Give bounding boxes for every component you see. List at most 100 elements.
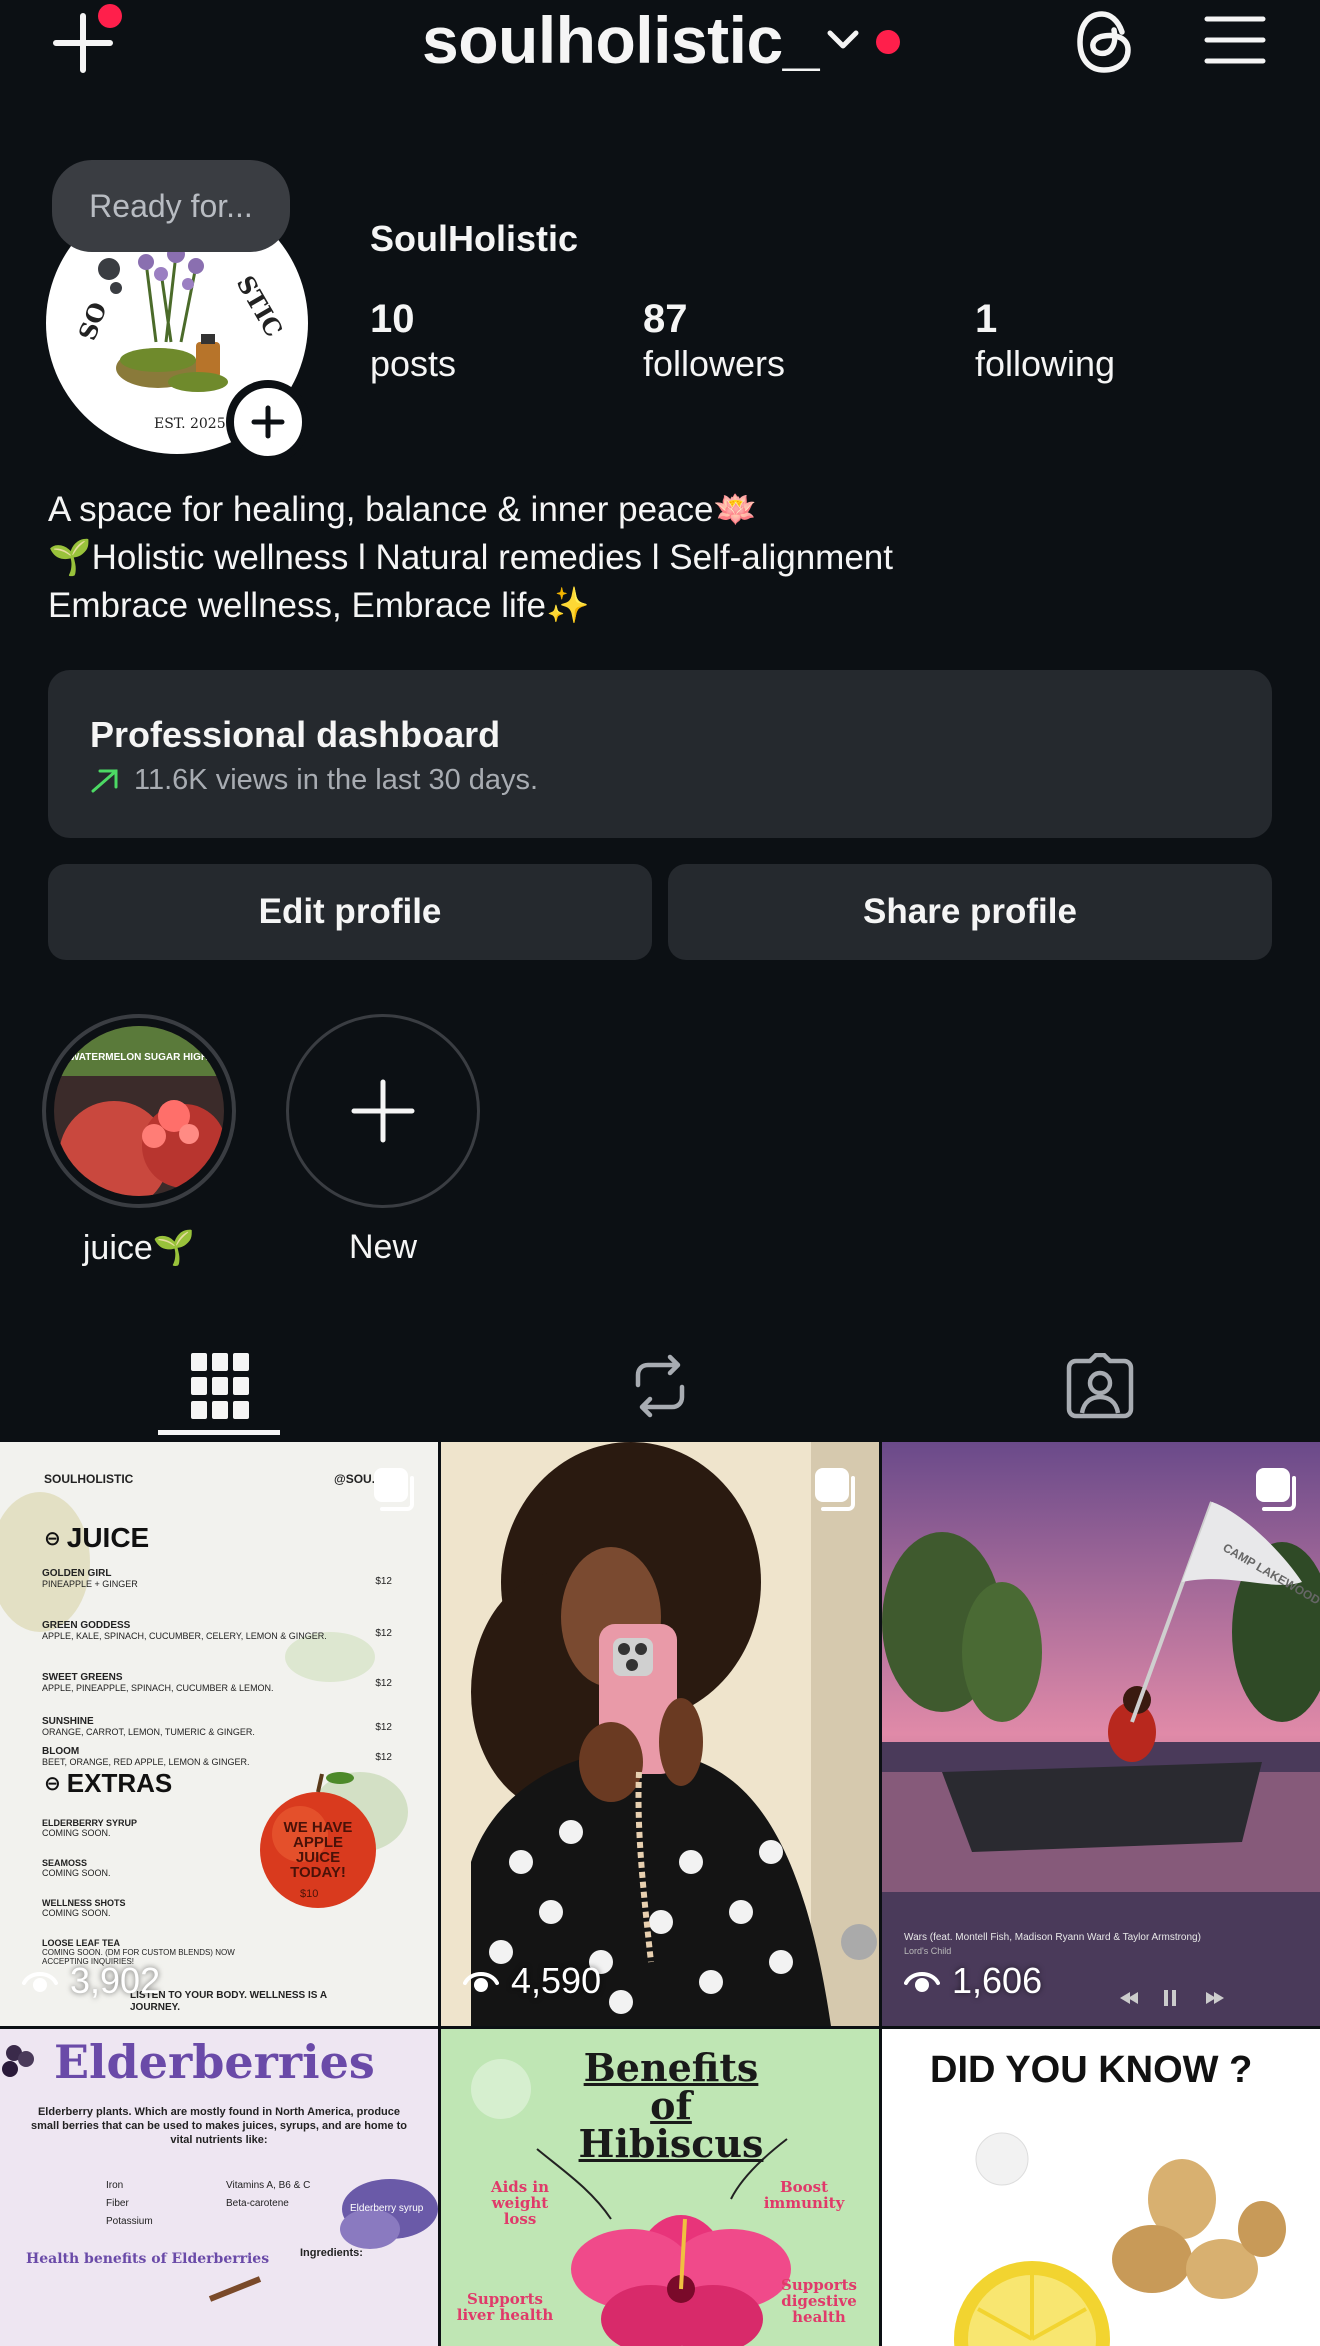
play-views-icon [463, 1972, 499, 1992]
following-number: 1 [975, 297, 998, 341]
post-brand: SOULHOLISTIC [44, 1472, 134, 1486]
juice-name: GREEN GODDESS [42, 1620, 131, 1631]
reposts-icon [635, 1354, 685, 1418]
juice-heading: ⊖ JUICE [44, 1522, 149, 1554]
view-count-text: 4,590 [511, 1960, 602, 2001]
tab-tagged[interactable] [880, 1332, 1320, 1440]
benefits-heading: Health benefits of Elderberries [26, 2251, 270, 2267]
juice-desc: APPLE, KALE, SPINACH, CUCUMBER, CELERY, … [42, 1631, 327, 1641]
view-count-text: 1,606 [952, 1960, 1043, 2001]
nutrient-list-left: Iron Fiber Potassium [106, 2177, 153, 2231]
grid-icon [191, 1353, 249, 1419]
view-count: 4,590 [463, 1960, 601, 2002]
nutrient-list-right: Vitamins A, B6 & C Beta-carotene [226, 2177, 310, 2213]
extra-item: ELDERBERRY SYRUP COMING SOON. [42, 1818, 242, 1858]
followers-label: followers [643, 343, 786, 384]
carousel-icon [374, 1468, 414, 1511]
note-bubble-tail [98, 258, 120, 280]
svg-text:EST. 2025: EST. 2025 [154, 416, 226, 432]
nutrient: Vitamins A, B6 & C [226, 2180, 311, 2191]
post-tile[interactable]: CAMP LAKEWOOD Wars (feat. Montell Fish, … [882, 1442, 1320, 2026]
tab-posts-grid[interactable] [0, 1332, 440, 1440]
highlight-cover: WATERMELON SUGAR HIGH [54, 1026, 224, 1196]
create-button[interactable] [50, 4, 122, 80]
share-profile-button[interactable]: Share profile [668, 864, 1272, 960]
professional-dashboard[interactable]: Professional dashboard 11.6K views in th… [48, 670, 1272, 838]
add-story-button[interactable] [226, 380, 310, 464]
new-highlight-circle [286, 1014, 480, 1208]
tab-reposts[interactable] [440, 1332, 880, 1440]
posts-count[interactable]: 10 posts [370, 296, 456, 386]
juice-price: $12 [375, 1752, 392, 1763]
post-tile[interactable]: Benefits of Hibiscus Aids in weight loss… [441, 2029, 879, 2346]
juice-name: SWEET GREENS [42, 1672, 123, 1683]
bio-line: 🌱Holistic wellness l Natural remedies l … [48, 538, 893, 577]
ingredients-heading: Ingredients: [300, 2247, 363, 2259]
post-tile[interactable]: 4,590 [441, 1442, 879, 2026]
menu-icon[interactable] [1204, 14, 1266, 66]
view-count-text: 3,902 [70, 1960, 161, 2001]
post-tile[interactable]: SOULHOLISTIC @SOU... ⊖ JUICE GOLDEN GIRL … [0, 1442, 438, 2026]
post-title: Benefits of Hibiscus [578, 2045, 764, 2166]
bio: A space for healing, balance & inner pea… [48, 486, 893, 630]
extras-list: ELDERBERRY SYRUP COMING SOON. SEAMOSS COMI… [42, 1818, 242, 1978]
post-tile[interactable]: DID YOU KNOW ? [882, 2029, 1320, 2346]
highlight-label: New [348, 1228, 418, 1266]
extra-item: WELLNESS SHOTS COMING SOON. [42, 1898, 242, 1938]
extras-heading-text: EXTRAS [66, 1768, 173, 1798]
hibiscus-benefit: Aids in weight loss [490, 2178, 550, 2228]
post-tile[interactable]: Elderberries Elderberry plants. Which ar… [0, 2029, 438, 2346]
account-username[interactable]: soulholistic_ [422, 2, 819, 78]
edit-profile-button[interactable]: Edit profile [48, 864, 652, 960]
extra-name: ELDERBERRY SYRUP [42, 1818, 138, 1828]
apple-juice-text: WE HAVE APPLE JUICE TODAY! [283, 1819, 353, 1881]
juice-name: GOLDEN GIRL [42, 1568, 112, 1579]
juice-list: GOLDEN GIRL PINEAPPLE + GINGER $12 GREEN… [42, 1568, 392, 1776]
highlight-ring: WATERMELON SUGAR HIGH [42, 1014, 236, 1208]
hibiscus-benefit: Boost immunity [763, 2178, 845, 2212]
display-name: SoulHolistic [370, 218, 579, 259]
following-label: following [975, 343, 1116, 384]
extra-name: SEAMOSS [42, 1858, 88, 1868]
top-bar: soulholistic_ [0, 0, 1320, 90]
dashboard-subtitle: 11.6K views in the last 30 days. [90, 764, 1230, 797]
threads-icon[interactable] [1072, 6, 1136, 78]
carousel-icon [815, 1468, 855, 1511]
notification-dot [98, 4, 122, 28]
extra-desc: COMING SOON. [42, 1868, 111, 1878]
chevron-down-icon[interactable] [826, 28, 860, 52]
bio-line: A space for healing, balance & inner pea… [48, 490, 758, 529]
extra-desc: COMING SOON. [42, 1908, 111, 1918]
arrow-circle-icon: ⊖ [44, 1527, 61, 1550]
syrup-label: Elderberry syrup [350, 2203, 424, 2214]
juice-price: $12 [375, 1722, 392, 1733]
view-count: 1,606 [904, 1960, 1042, 2002]
juice-item: GOLDEN GIRL PINEAPPLE + GINGER $12 [42, 1568, 392, 1620]
hibiscus-benefit: Supports liver health [456, 2290, 554, 2324]
extra-name: WELLNESS SHOTS [42, 1898, 126, 1908]
highlight-juice[interactable]: WATERMELON SUGAR HIGH juice🌱 [42, 1014, 236, 1268]
juice-name: BLOOM [42, 1746, 80, 1757]
highlight-cover-text: WATERMELON SUGAR HIGH [70, 1052, 208, 1063]
followers-count[interactable]: 87 followers [643, 296, 785, 386]
extras-heading: ⊖ EXTRAS [44, 1768, 172, 1799]
song-subcaption: Lord's Child [904, 1946, 951, 1956]
following-count[interactable]: 1 following [975, 296, 1115, 386]
followers-number: 87 [643, 297, 688, 341]
highlight-label: juice🌱 [82, 1229, 196, 1267]
extra-name: LOOSE LEAF TEA [42, 1938, 121, 1948]
nutrient: Iron [106, 2180, 124, 2191]
arrow-circle-icon: ⊖ [44, 1773, 61, 1795]
juice-desc: BEET, ORANGE, RED APPLE, LEMON & GINGER. [42, 1757, 250, 1767]
nutrient: Potassium [106, 2216, 153, 2227]
nutrient: Beta-carotene [226, 2198, 289, 2209]
juice-desc: ORANGE, CARROT, LEMON, TUMERIC & GINGER. [42, 1727, 255, 1737]
extra-item: SEAMOSS COMING SOON. [42, 1858, 242, 1898]
note-bubble[interactable]: Ready for... [52, 160, 290, 252]
active-tab-indicator [158, 1430, 280, 1435]
juice-price: $12 [375, 1576, 392, 1587]
highlight-new[interactable]: New [286, 1014, 480, 1267]
bio-line: Embrace wellness, Embrace life✨ [48, 586, 590, 625]
extra-desc: COMING SOON. [42, 1828, 111, 1838]
post-title: DID YOU KNOW ? [930, 2049, 1253, 2091]
